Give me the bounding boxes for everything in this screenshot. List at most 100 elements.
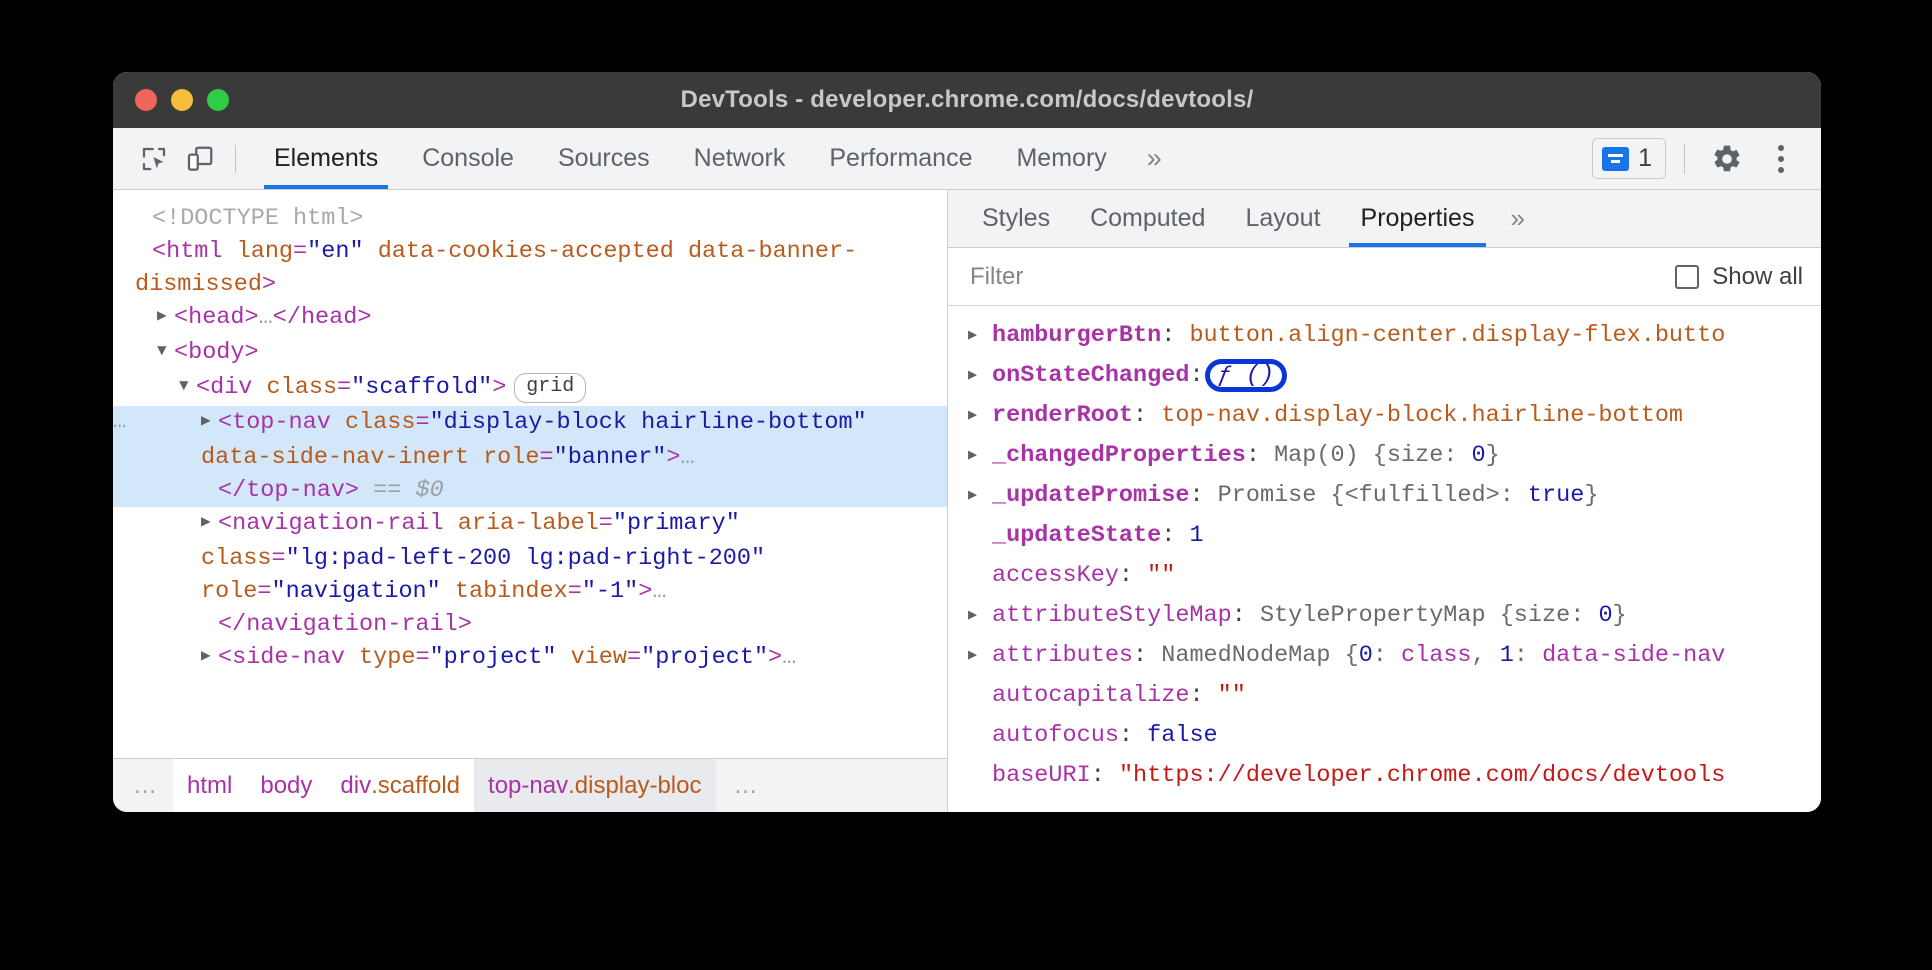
property-value[interactable]: StylePropertyMap {size: 0} — [1260, 602, 1627, 629]
dom-tree[interactable]: <!DOCTYPE html><html lang="en" data-cook… — [113, 190, 947, 758]
breadcrumb-item-div[interactable]: div.scaffold — [326, 759, 474, 812]
chevron-right-icon[interactable] — [201, 640, 218, 673]
tab-layout[interactable]: Layout — [1225, 190, 1340, 247]
dom-token-punct: = — [568, 578, 582, 605]
gear-icon[interactable] — [1703, 136, 1751, 182]
dom-token-punct: = — [415, 409, 429, 436]
dom-node-body[interactable]: <body> — [113, 336, 947, 371]
property-value[interactable]: 1 — [1189, 522, 1203, 549]
dom-node-overflow-icon[interactable]: … — [113, 410, 128, 434]
more-sidebar-tabs-icon[interactable]: » — [1494, 190, 1540, 247]
dom-token-tag: > — [492, 374, 506, 401]
dom-token-punct: = — [293, 238, 307, 265]
more-panels-icon[interactable]: » — [1129, 128, 1180, 189]
tab-network[interactable]: Network — [672, 128, 808, 189]
dom-node-top-nav-close[interactable]: </top-nav> == $0 — [113, 474, 947, 507]
chevron-right-icon[interactable] — [201, 506, 218, 539]
property-row-hamburgerBtn[interactable]: ▶hamburgerBtn: button.align-center.displ… — [948, 316, 1821, 356]
tab-properties[interactable]: Properties — [1341, 190, 1495, 247]
chevron-right-icon[interactable]: ▶ — [968, 316, 977, 356]
chevron-right-icon[interactable] — [201, 405, 218, 438]
chevron-right-icon[interactable]: ▶ — [968, 596, 977, 636]
property-name: attributes — [992, 642, 1133, 669]
tab-styles[interactable]: Styles — [962, 190, 1070, 247]
dom-node-side-nav[interactable]: <side-nav type="project" view="project">… — [113, 641, 947, 676]
property-row-autocapitalize[interactable]: autocapitalize: "" — [948, 676, 1821, 716]
show-all-checkbox[interactable] — [1675, 265, 1699, 289]
chevron-right-icon[interactable] — [157, 300, 174, 333]
value-token-obj: , — [1472, 642, 1500, 669]
tab-performance[interactable]: Performance — [807, 128, 994, 189]
more-options-icon[interactable] — [1757, 136, 1805, 182]
dom-node-head[interactable]: <head>…</head> — [113, 301, 947, 336]
property-value[interactable]: Promise {<fulfilled>: true} — [1218, 482, 1599, 509]
minimize-button[interactable] — [171, 89, 193, 111]
issues-badge[interactable]: 1 — [1592, 138, 1666, 179]
property-row-attributeStyleMap[interactable]: ▶attributeStyleMap: StylePropertyMap {si… — [948, 596, 1821, 636]
breadcrumb-item-html[interactable]: html — [173, 759, 246, 812]
property-value[interactable]: button.align-center.display-flex.butto — [1189, 322, 1725, 349]
property-row-_updateState[interactable]: _updateState: 1 — [948, 516, 1821, 556]
close-button[interactable] — [135, 89, 157, 111]
show-all-toggle[interactable]: Show all — [1675, 263, 1803, 291]
property-row-autofocus[interactable]: autofocus: false — [948, 716, 1821, 756]
tab-network-label: Network — [694, 144, 786, 173]
properties-list[interactable]: ▶hamburgerBtn: button.align-center.displ… — [948, 306, 1821, 812]
value-token-obj: } — [1486, 442, 1500, 469]
breadcrumb-tag: div — [340, 772, 371, 800]
property-row-attributes[interactable]: ▶attributes: NamedNodeMap {0: class, 1: … — [948, 636, 1821, 676]
breadcrumb-overflow-left[interactable]: … — [113, 759, 173, 812]
tab-memory[interactable]: Memory — [994, 128, 1128, 189]
property-value[interactable]: "https://developer.chrome.com/docs/devto… — [1119, 762, 1725, 789]
dom-node-doctype[interactable]: <!DOCTYPE html> — [113, 202, 947, 235]
property-value[interactable]: NamedNodeMap {0: class, 1: data-side-nav — [1161, 642, 1725, 669]
grid-badge[interactable]: grid — [514, 373, 586, 403]
chevron-down-icon[interactable] — [179, 370, 196, 403]
dom-token-tag: </head> — [273, 304, 372, 331]
property-row-baseURI[interactable]: baseURI: "https://developer.chrome.com/d… — [948, 756, 1821, 796]
property-row-_updatePromise[interactable]: ▶_updatePromise: Promise {<fulfilled>: t… — [948, 476, 1821, 516]
dom-node-html[interactable]: <html lang="en" data-cookies-accepted da… — [113, 235, 947, 301]
tab-elements[interactable]: Elements — [252, 128, 400, 189]
chevron-right-icon[interactable]: ▶ — [968, 356, 977, 396]
property-row-_changedProperties[interactable]: ▶_changedProperties: Map(0) {size: 0} — [948, 436, 1821, 476]
value-token-kw: true — [1528, 482, 1584, 509]
property-row-accessKey[interactable]: accessKey: "" — [948, 556, 1821, 596]
chevron-right-icon[interactable]: ▶ — [968, 396, 977, 436]
chevron-right-icon[interactable]: ▶ — [968, 436, 977, 476]
value-token-num: 0 — [1598, 602, 1612, 629]
property-name: autocapitalize — [992, 682, 1189, 709]
dom-token-punct: = — [415, 644, 429, 671]
property-row-onStateChanged[interactable]: ▶onStateChanged: ƒ () — [948, 356, 1821, 396]
breadcrumb-item-body[interactable]: body — [246, 759, 326, 812]
breadcrumb-item-top-nav[interactable]: top-nav.display-bloc — [474, 759, 715, 812]
chevron-right-icon[interactable]: ▶ — [968, 636, 977, 676]
breadcrumb-class: .scaffold — [371, 772, 460, 800]
filter-input[interactable] — [968, 262, 1675, 292]
device-toolbar-icon[interactable] — [177, 137, 223, 181]
dom-node-div-scaffold[interactable]: <div class="scaffold">grid — [113, 371, 947, 406]
tab-sources[interactable]: Sources — [536, 128, 672, 189]
dom-node-navigation-rail[interactable]: <navigation-rail aria-label="primary" cl… — [113, 507, 947, 608]
zoom-button[interactable] — [207, 89, 229, 111]
breadcrumb[interactable]: …htmlbodydiv.scaffoldtop-nav.display-blo… — [113, 758, 947, 812]
inspect-element-icon[interactable] — [131, 137, 177, 181]
dom-node-navigation-rail-close[interactable]: </navigation-rail> — [113, 608, 947, 641]
property-value[interactable]: top-nav.display-block.hairline-bottom — [1161, 402, 1683, 429]
dom-node-top-nav[interactable]: …<top-nav class="display-block hairline-… — [113, 406, 947, 474]
tab-computed[interactable]: Computed — [1070, 190, 1225, 247]
value-token-obj: } — [1584, 482, 1598, 509]
dom-token-attr: class — [267, 374, 338, 401]
chevron-down-icon[interactable] — [157, 335, 174, 368]
property-name: onStateChanged — [992, 362, 1189, 389]
property-name: baseURI — [992, 762, 1091, 789]
property-value[interactable]: "" — [1218, 682, 1246, 709]
breadcrumb-overflow-right[interactable]: … — [716, 759, 778, 812]
property-value[interactable]: false — [1147, 722, 1218, 749]
property-value[interactable]: "" — [1147, 562, 1175, 589]
property-row-renderRoot[interactable]: ▶renderRoot: top-nav.display-block.hairl… — [948, 396, 1821, 436]
property-value[interactable]: Map(0) {size: 0} — [1274, 442, 1500, 469]
tab-console[interactable]: Console — [400, 128, 536, 189]
chevron-right-icon[interactable]: ▶ — [968, 476, 977, 516]
dom-token-dollar: $0 — [415, 477, 443, 504]
